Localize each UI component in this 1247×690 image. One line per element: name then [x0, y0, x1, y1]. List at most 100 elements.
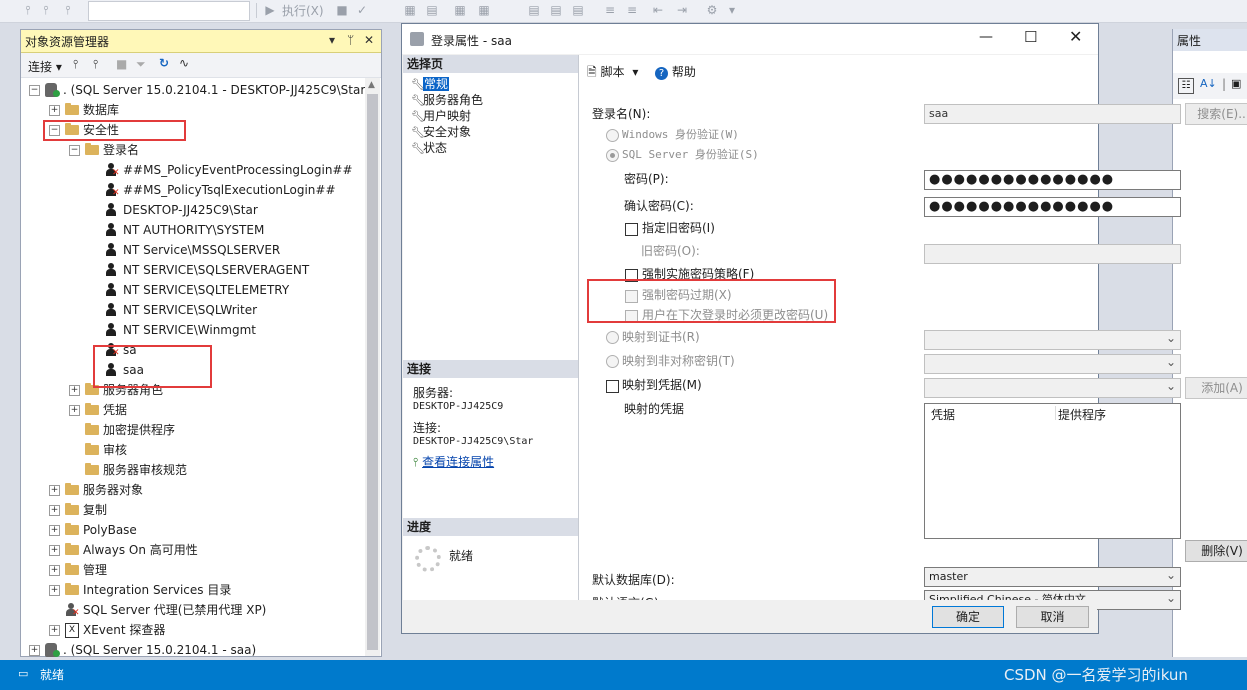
old-password-input[interactable] — [924, 244, 1181, 264]
asym-key-select[interactable] — [924, 354, 1181, 374]
collapse-icon[interactable]: − — [29, 85, 40, 96]
database-combo[interactable] — [88, 1, 250, 21]
page-status[interactable]: 🔧︎状态 — [411, 140, 447, 156]
login-name-input[interactable]: saa — [924, 104, 1181, 124]
dialog-title: 登录属性 - saa — [431, 34, 512, 48]
map-asym-key-radio[interactable] — [606, 355, 619, 368]
ok-button[interactable]: 确定 — [932, 606, 1004, 628]
scroll-up-icon[interactable]: ▲ — [368, 80, 375, 90]
expand-icon[interactable]: + — [49, 545, 60, 556]
filter-icon[interactable]: ⏷ — [136, 57, 146, 72]
expand-icon[interactable]: + — [69, 385, 80, 396]
credential-column-header[interactable]: 凭据 — [931, 406, 955, 423]
close-icon[interactable]: ✕ — [1069, 27, 1082, 46]
uncomment-icon[interactable]: ≡ — [624, 3, 640, 18]
default-database-select[interactable]: master — [924, 567, 1181, 587]
remove-credential-button[interactable]: 删除(V) — [1185, 540, 1247, 562]
pin-icon[interactable]: ⫯ — [38, 3, 54, 18]
expand-icon[interactable]: + — [49, 485, 60, 496]
folder-icon — [85, 443, 99, 455]
credential-select[interactable] — [924, 378, 1181, 398]
map-credential-checkbox[interactable] — [606, 380, 619, 393]
tree-node-label: NT AUTHORITY\SYSTEM — [123, 223, 265, 237]
expand-icon[interactable]: + — [49, 505, 60, 516]
stop-icon[interactable]: ■ — [334, 3, 350, 18]
toolbar-divider — [256, 3, 257, 18]
disconnect-icon[interactable]: ⫯ — [93, 57, 98, 72]
map-certificate-radio[interactable] — [606, 331, 619, 344]
tree-node-label: XEvent 探查器 — [83, 623, 166, 637]
view-connection-link[interactable]: 查看连接属性 — [422, 455, 494, 469]
tree-node-label: ##MS_PolicyEventProcessingLogin## — [123, 163, 353, 177]
page-general[interactable]: 🔧︎常规 — [411, 76, 450, 92]
grid-icon[interactable]: ▦ — [452, 3, 468, 18]
grid-icon[interactable]: ▤ — [424, 3, 440, 18]
windows-auth-radio[interactable] — [606, 129, 619, 142]
grid-icon[interactable]: ▤ — [526, 3, 542, 18]
wrench-icon: 🔧︎ — [411, 142, 425, 155]
play-icon[interactable]: ▶ — [262, 3, 278, 18]
grid-icon[interactable]: ▤ — [548, 3, 564, 18]
divider: | — [1222, 77, 1227, 91]
certificate-select[interactable] — [924, 330, 1181, 350]
minimize-icon[interactable]: — — [979, 29, 993, 45]
specify-old-password-checkbox[interactable] — [625, 223, 638, 236]
outdent-icon[interactable]: ⇥ — [674, 3, 690, 18]
page-server-roles[interactable]: 🔧︎服务器角色 — [411, 92, 483, 108]
highlight-security-box — [43, 120, 186, 141]
stop-icon[interactable]: ■ — [116, 57, 127, 71]
provider-column-header[interactable]: 提供程序 — [1058, 406, 1106, 423]
page-securables[interactable]: 🔧︎安全对象 — [411, 124, 471, 140]
script-button[interactable]: 🗎︎ 脚本 ▾ — [587, 63, 638, 84]
wrench-icon[interactable]: ⚙ — [704, 3, 720, 18]
expand-icon[interactable]: + — [49, 565, 60, 576]
grid-icon[interactable]: ▦ — [476, 3, 492, 18]
tree-node-label: NT SERVICE\SQLSERVERAGENT — [123, 263, 310, 277]
close-icon[interactable]: ✕ — [364, 33, 374, 47]
expand-icon[interactable]: + — [29, 645, 40, 656]
pin-icon[interactable]: ⫯ — [20, 3, 36, 18]
plug-icon[interactable]: ⫯ — [60, 3, 76, 18]
expand-icon[interactable]: + — [49, 525, 60, 536]
tree-node-label: 服务器对象 — [83, 483, 144, 497]
expand-icon[interactable]: + — [49, 585, 60, 596]
login-disabled-icon: ✕ — [105, 163, 120, 178]
indent-icon[interactable]: ⇤ — [650, 3, 666, 18]
activity-monitor-icon[interactable]: ∿ — [179, 56, 189, 70]
pin-icon[interactable]: ᛘ — [347, 33, 354, 47]
property-pages-icon[interactable]: ▣ — [1231, 77, 1241, 90]
sql-auth-radio[interactable] — [606, 149, 619, 162]
password-input[interactable]: ●●●●●●●●●●●●●●● — [924, 170, 1181, 190]
scrollbar-thumb[interactable] — [367, 94, 378, 650]
window-position-icon[interactable]: ▾ — [329, 33, 335, 47]
cancel-button[interactable]: 取消 — [1016, 606, 1089, 628]
sort-az-icon[interactable]: A↓ — [1200, 77, 1217, 90]
chevron-down-icon[interactable]: ▾ — [724, 3, 740, 18]
tree-node-label: 服务器审核规范 — [103, 463, 188, 477]
connect-button[interactable]: 连接 ▾ — [28, 58, 62, 75]
execute-button[interactable]: 执行(X) — [282, 2, 324, 20]
properties-title-bar: 属性 — [1173, 29, 1247, 51]
highlight-login-box — [93, 345, 212, 388]
connect-icon[interactable]: ⫯ — [73, 57, 78, 72]
comment-icon[interactable]: ≡ — [602, 3, 618, 18]
mapped-credentials-list[interactable]: 凭据 提供程序 — [924, 403, 1181, 539]
page-user-mapping[interactable]: 🔧︎用户映射 — [411, 108, 471, 124]
view-connection-properties[interactable]: ⫯ 查看连接属性 — [413, 453, 494, 470]
check-icon[interactable]: ✓ — [354, 3, 370, 18]
expand-icon[interactable]: + — [69, 405, 80, 416]
refresh-icon[interactable]: ↻ — [159, 56, 169, 70]
expand-icon[interactable]: + — [49, 625, 60, 636]
maximize-icon[interactable]: ☐ — [1024, 28, 1037, 46]
folder-icon — [65, 583, 79, 595]
search-button[interactable]: 搜索(E)... — [1185, 103, 1247, 125]
grid-icon[interactable]: ▦ — [402, 3, 418, 18]
collapse-icon[interactable]: − — [69, 145, 80, 156]
confirm-password-input[interactable]: ●●●●●●●●●●●●●●● — [924, 197, 1181, 217]
help-button[interactable]: ? 帮助 — [655, 63, 696, 80]
expand-icon[interactable]: + — [49, 105, 60, 116]
categorized-icon[interactable]: ☷ — [1178, 78, 1194, 94]
add-credential-button[interactable]: 添加(A) — [1185, 377, 1247, 399]
tree-node-label: . (SQL Server 15.0.2104.1 - saa) — [63, 643, 257, 657]
grid-icon[interactable]: ▤ — [570, 3, 586, 18]
